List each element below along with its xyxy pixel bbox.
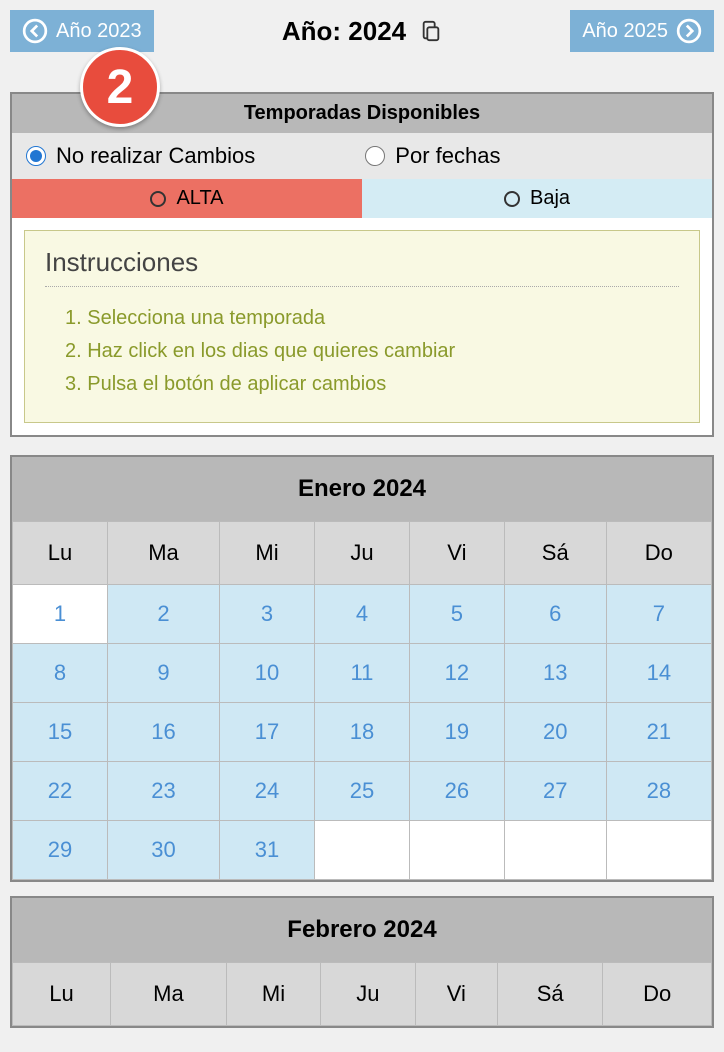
day-cell[interactable]: 9: [107, 644, 219, 703]
mode-radio-row: No realizar Cambios Por fechas: [12, 133, 712, 179]
radio-by-dates-label: Por fechas: [395, 143, 500, 169]
day-header: Ju: [315, 522, 410, 585]
day-cell[interactable]: 7: [606, 585, 711, 644]
day-cell[interactable]: 12: [409, 644, 504, 703]
season-alta[interactable]: ALTA: [12, 179, 362, 218]
radio-circle-icon: [150, 191, 166, 207]
day-cell[interactable]: 23: [107, 762, 219, 821]
day-cell[interactable]: 20: [504, 703, 606, 762]
day-cell[interactable]: 18: [315, 703, 410, 762]
day-cell[interactable]: 24: [220, 762, 315, 821]
calendar-title: Febrero 2024: [12, 898, 712, 962]
season-baja-label: Baja: [530, 187, 570, 210]
next-year-label: Año 2025: [582, 20, 668, 43]
instruction-item: 3. Pulsa el botón de aplicar cambios: [65, 373, 679, 396]
season-row: ALTA Baja: [12, 179, 712, 218]
year-navigation: Año 2023 Año: 2024 Año 2025: [10, 10, 714, 52]
day-cell[interactable]: 15: [13, 703, 108, 762]
day-header: Do: [603, 963, 712, 1026]
day-header: Lu: [13, 522, 108, 585]
day-cell[interactable]: 8: [13, 644, 108, 703]
radio-circle-icon: [504, 191, 520, 207]
instructions-title: Instrucciones: [45, 247, 679, 287]
empty-cell: [409, 821, 504, 880]
chevron-left-icon: [22, 18, 48, 44]
day-cell[interactable]: 27: [504, 762, 606, 821]
day-header: Sá: [498, 963, 603, 1026]
day-header: Ma: [111, 963, 227, 1026]
radio-no-changes-input[interactable]: [26, 146, 46, 166]
day-cell[interactable]: 31: [220, 821, 315, 880]
radio-by-dates[interactable]: Por fechas: [365, 143, 500, 169]
radio-by-dates-input[interactable]: [365, 146, 385, 166]
day-cell[interactable]: 19: [409, 703, 504, 762]
instruction-item: 2. Haz click en los dias que quieres cam…: [65, 340, 679, 363]
day-cell[interactable]: 29: [13, 821, 108, 880]
empty-cell: [606, 821, 711, 880]
day-cell[interactable]: 17: [220, 703, 315, 762]
day-cell[interactable]: 13: [504, 644, 606, 703]
day-header: Mi: [226, 963, 320, 1026]
next-year-button[interactable]: Año 2025: [570, 10, 714, 52]
calendar-table: Lu Ma Mi Ju Vi Sá Do: [12, 962, 712, 1026]
day-cell[interactable]: 21: [606, 703, 711, 762]
day-header: Lu: [13, 963, 111, 1026]
day-cell[interactable]: 11: [315, 644, 410, 703]
day-cell[interactable]: 3: [220, 585, 315, 644]
day-cell[interactable]: 30: [107, 821, 219, 880]
day-cell[interactable]: 4: [315, 585, 410, 644]
instructions-list: 1. Selecciona una temporada 2. Haz click…: [45, 307, 679, 396]
seasons-panel: Temporadas Disponibles No realizar Cambi…: [10, 92, 714, 437]
day-cell[interactable]: 6: [504, 585, 606, 644]
empty-cell: [504, 821, 606, 880]
calendar-february: Febrero 2024 Lu Ma Mi Ju Vi Sá Do: [10, 896, 714, 1028]
day-header: Vi: [409, 522, 504, 585]
badge-wrap: 2 Temporadas Disponibles No realizar Cam…: [10, 92, 714, 437]
day-cell[interactable]: 14: [606, 644, 711, 703]
day-header: Ma: [107, 522, 219, 585]
radio-no-changes-label: No realizar Cambios: [56, 143, 255, 169]
copy-icon[interactable]: [420, 20, 442, 42]
day-cell[interactable]: 2: [107, 585, 219, 644]
day-header: Mi: [220, 522, 315, 585]
day-cell[interactable]: 22: [13, 762, 108, 821]
prev-year-label: Año 2023: [56, 20, 142, 43]
chevron-right-icon: [676, 18, 702, 44]
season-baja[interactable]: Baja: [362, 179, 712, 218]
empty-cell: [315, 821, 410, 880]
day-cell[interactable]: 26: [409, 762, 504, 821]
step-badge: 2: [80, 47, 160, 127]
day-cell[interactable]: 28: [606, 762, 711, 821]
season-alta-label: ALTA: [176, 187, 223, 210]
day-cell[interactable]: 5: [409, 585, 504, 644]
day-header: Vi: [415, 963, 497, 1026]
current-year-label: Año: 2024: [282, 16, 406, 47]
day-cell[interactable]: 10: [220, 644, 315, 703]
current-year: Año: 2024: [282, 16, 442, 47]
radio-no-changes[interactable]: No realizar Cambios: [26, 143, 255, 169]
calendar-title: Enero 2024: [12, 457, 712, 521]
day-header: Ju: [321, 963, 415, 1026]
instruction-item: 1. Selecciona una temporada: [65, 307, 679, 330]
day-header: Sá: [504, 522, 606, 585]
day-cell[interactable]: 16: [107, 703, 219, 762]
prev-year-button[interactable]: Año 2023: [10, 10, 154, 52]
calendar-table: Lu Ma Mi Ju Vi Sá Do 1 2 3 4 5 6 7 8 9 1…: [12, 521, 712, 880]
day-header: Do: [606, 522, 711, 585]
instructions-box: Instrucciones 1. Selecciona una temporad…: [24, 230, 700, 423]
calendar-january: Enero 2024 Lu Ma Mi Ju Vi Sá Do 1 2 3 4 …: [10, 455, 714, 882]
day-cell[interactable]: 1: [13, 585, 108, 644]
day-cell[interactable]: 25: [315, 762, 410, 821]
